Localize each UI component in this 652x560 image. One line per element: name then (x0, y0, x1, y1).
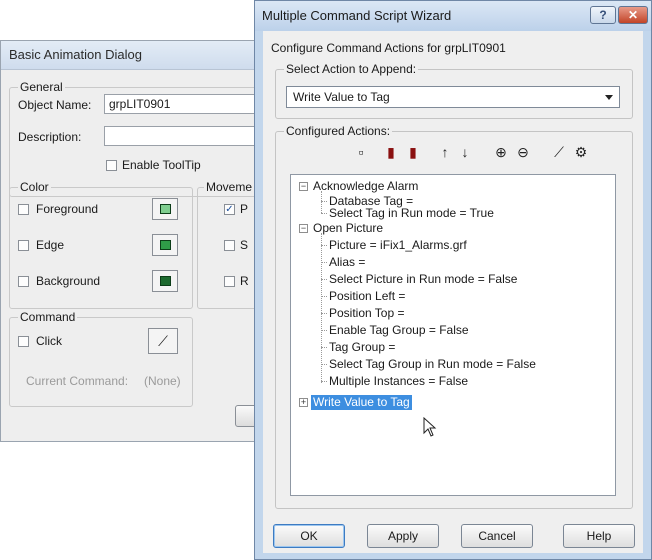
movement-checkbox-2[interactable] (224, 240, 235, 251)
background-label: Background (36, 274, 101, 288)
wand-icon: ⟋ (158, 333, 168, 349)
actions-tree[interactable]: − Acknowledge Alarm Database Tag = Selec… (290, 174, 616, 496)
tree-child[interactable]: Picture = iFix1_Alarms.grf (329, 238, 467, 253)
settings-icon[interactable]: ⚙ (572, 142, 590, 162)
color-group: Color Foreground Edge Background (9, 180, 193, 309)
actions-toolbar: ▫ ▮ ▮ ↑ ↓ ⊕ ⊖ ⟋ ⚙ (352, 142, 622, 164)
enable-tooltip-label: Enable ToolTip (122, 158, 201, 172)
configured-actions-label: Configured Actions: (284, 124, 393, 138)
move-down-icon[interactable]: ↓ (456, 142, 474, 162)
tree-child[interactable]: Select Tag Group in Run mode = False (329, 357, 536, 372)
edge-color-button[interactable] (152, 234, 178, 256)
expand-node-icon[interactable]: + (299, 398, 308, 407)
foreground-color-button[interactable] (152, 198, 178, 220)
select-action-label: Select Action to Append: (284, 62, 419, 76)
run-icon[interactable]: ⟋ (550, 142, 568, 162)
collapse-node-icon[interactable]: − (299, 182, 308, 191)
movement-checkbox-1[interactable]: ✓ (224, 204, 235, 215)
move-up-icon[interactable]: ↑ (436, 142, 454, 162)
tree-child[interactable]: Position Left = (329, 289, 405, 304)
tree-child[interactable]: Tag Group = (329, 340, 395, 355)
general-group-label: General (18, 80, 65, 94)
movement-checkbox-3[interactable] (224, 276, 235, 287)
background-color-button[interactable] (152, 270, 178, 292)
object-name-field[interactable]: grpLIT0901 (104, 94, 264, 114)
expand-icon[interactable]: ⊕ (492, 142, 510, 162)
foreground-swatch-icon (160, 204, 171, 214)
ok-button[interactable]: OK (273, 524, 345, 548)
movement-item-1-label: P (240, 202, 249, 216)
tree-child[interactable]: Multiple Instances = False (329, 374, 468, 389)
cancel-button[interactable]: Cancel (461, 524, 533, 548)
collapse-icon[interactable]: ⊖ (514, 142, 532, 162)
current-command-label: Current Command: (26, 374, 129, 388)
delete-action-icon[interactable]: ▮ (382, 142, 400, 162)
movement-item-3-label: R (240, 274, 249, 288)
color-group-label: Color (18, 180, 51, 194)
command-group: Command Click ⟋ Current Command: (None) (9, 310, 193, 407)
new-action-icon[interactable]: ▫ (352, 142, 370, 162)
edge-checkbox[interactable] (18, 240, 29, 251)
tree-node-write-value-to-tag[interactable]: Write Value to Tag (311, 395, 412, 410)
command-group-label: Command (18, 310, 78, 324)
description-label: Description: (18, 130, 82, 144)
click-label: Click (36, 334, 62, 348)
close-button[interactable]: ✕ (618, 6, 648, 24)
chevron-down-icon (605, 95, 613, 100)
tree-child[interactable]: Alias = (329, 255, 365, 270)
select-action-section: Select Action to Append: Write Value to … (275, 62, 633, 119)
command-script-wizard: Multiple Command Script Wizard ? ✕ Confi… (254, 0, 652, 560)
foreground-label: Foreground (36, 202, 99, 216)
edge-label: Edge (36, 238, 65, 252)
mouse-cursor-icon (423, 417, 437, 437)
command-wizard-button[interactable]: ⟋ (148, 328, 178, 354)
basic-animation-dialog: Basic Animation Dialog General Object Na… (0, 40, 269, 442)
configured-actions-section: Configured Actions: ▫ ▮ ▮ ↑ ↓ ⊕ ⊖ ⟋ ⚙ − … (275, 124, 633, 509)
edge-swatch-icon (160, 240, 171, 250)
help-button[interactable]: Help (563, 524, 635, 548)
current-command-value: (None) (144, 374, 181, 388)
background-swatch-icon (160, 276, 171, 286)
enable-tooltip-checkbox[interactable] (106, 160, 117, 171)
tree-child[interactable]: Select Tag in Run mode = True (329, 206, 494, 221)
action-select-value: Write Value to Tag (293, 90, 390, 104)
help-title-button[interactable]: ? (590, 6, 616, 24)
foreground-checkbox[interactable] (18, 204, 29, 215)
object-name-label: Object Name: (18, 98, 92, 112)
tree-node-acknowledge-alarm[interactable]: Acknowledge Alarm (313, 179, 418, 194)
collapse-node-icon[interactable]: − (299, 224, 308, 233)
movement-item-2-label: S (240, 238, 249, 252)
delete-all-icon[interactable]: ▮ (404, 142, 422, 162)
movement-group-label: Moveme (204, 180, 255, 194)
configure-label: Configure Command Actions for grpLIT0901 (271, 41, 506, 55)
wizard-body: Configure Command Actions for grpLIT0901… (263, 31, 643, 553)
click-checkbox[interactable] (18, 336, 29, 347)
background-checkbox[interactable] (18, 276, 29, 287)
basic-dialog-title: Basic Animation Dialog (1, 41, 261, 70)
action-select[interactable]: Write Value to Tag (286, 86, 620, 108)
tree-child[interactable]: Select Picture in Run mode = False (329, 272, 517, 287)
apply-button[interactable]: Apply (367, 524, 439, 548)
tree-child[interactable]: Position Top = (329, 306, 405, 321)
description-field[interactable] (104, 126, 264, 146)
tree-node-open-picture[interactable]: Open Picture (313, 221, 383, 236)
tree-child[interactable]: Enable Tag Group = False (329, 323, 469, 338)
